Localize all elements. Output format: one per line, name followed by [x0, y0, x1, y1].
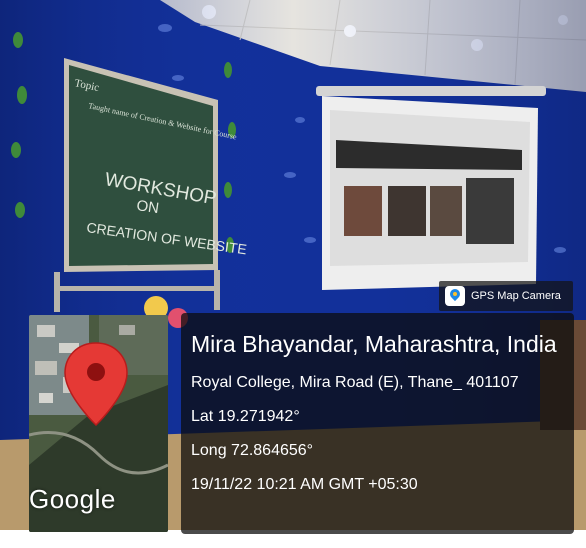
projected-image [430, 186, 462, 236]
map-thumbnail: Google [29, 315, 168, 532]
board-text-4: ON [135, 197, 160, 217]
gps-map-camera-icon [445, 286, 465, 306]
app-badge: GPS Map Camera [439, 281, 573, 311]
timestamp-line: 19/11/22 10:21 AM GMT +05:30 [191, 476, 418, 493]
map-brand-label: Google [29, 484, 116, 514]
address-line: Royal College, Mira Road (E), Thane_ 401… [191, 374, 519, 391]
app-name: GPS Map Camera [471, 290, 561, 302]
longitude-line: Long 72.864656° [191, 442, 314, 459]
classroom-photo: Topic Taught name of Creation & Website … [0, 0, 586, 548]
board-stand-bar [54, 286, 220, 291]
screen-housing [316, 86, 546, 96]
board-stand [54, 272, 60, 312]
projected-image [344, 186, 382, 236]
location-title: Mira Bhayandar, Maharashtra, India [191, 331, 557, 357]
projected-image [388, 186, 426, 236]
latitude-line: Lat 19.271942° [191, 408, 300, 425]
projected-image [466, 178, 514, 244]
geotag-info-panel: Mira Bhayandar, Maharashtra, India Royal… [181, 313, 574, 534]
